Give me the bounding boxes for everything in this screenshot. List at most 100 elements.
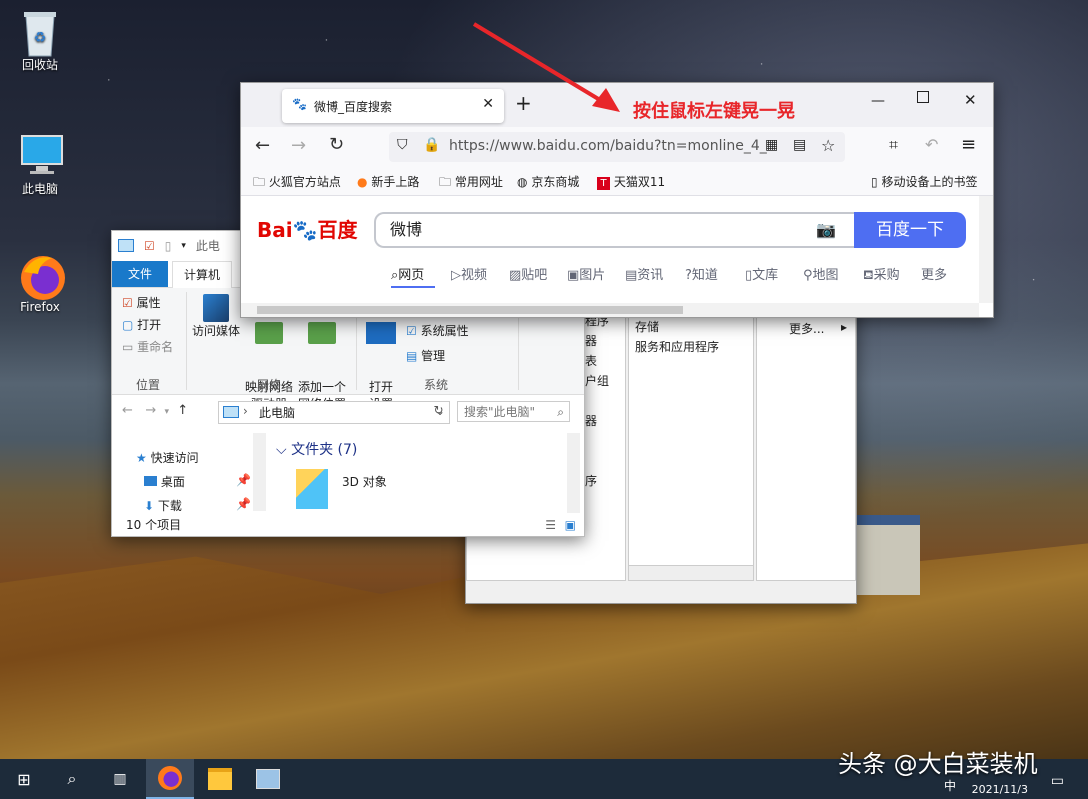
search-button[interactable]: ⌕: [48, 759, 96, 799]
baidu-tab-more[interactable]: 更多: [921, 264, 947, 283]
recycle-bin-label: 回收站: [21, 58, 58, 72]
baidu-tab-wenku[interactable]: ▯文库: [745, 264, 778, 283]
bookmark-item[interactable]: T 天猫双11: [597, 173, 665, 190]
more-actions-link[interactable]: 更多...: [789, 320, 824, 337]
minimize-button[interactable]: —: [871, 93, 885, 109]
taskbar-firefox[interactable]: [146, 759, 194, 799]
dropdown-icon[interactable]: ▾: [181, 241, 186, 251]
page-h-scrollbar[interactable]: [241, 303, 979, 317]
refresh-icon[interactable]: ↻: [430, 403, 447, 421]
bookmark-item[interactable]: ◍ 京东商城: [517, 173, 579, 190]
bookmark-item[interactable]: 🗀 常用网址: [439, 173, 503, 194]
svg-text:♻: ♻: [34, 30, 47, 46]
bookmark-star-icon[interactable]: ☆: [821, 136, 835, 155]
baidu-tab-news[interactable]: ▤资讯: [625, 264, 663, 283]
start-button[interactable]: ⊞: [0, 759, 48, 799]
maximize-button[interactable]: [917, 91, 929, 103]
search-placeholder: 搜索"此电脑": [464, 405, 536, 419]
details-view-icon[interactable]: ☰: [545, 514, 556, 536]
nav-desktop[interactable]: 桌面 📌: [144, 473, 251, 490]
folder-label: 3D 对象: [342, 475, 387, 489]
menu-icon[interactable]: ≡: [961, 134, 976, 155]
baidu-tab-map[interactable]: ⚲地图: [803, 264, 839, 283]
task-view-button[interactable]: ▥: [96, 759, 144, 799]
baidu-tab-web[interactable]: ⌕网页: [391, 264, 424, 283]
taskbar-computer-management[interactable]: [244, 759, 292, 799]
recycle-bin-icon[interactable]: ♻ 回收站: [0, 8, 80, 73]
tree-item-services[interactable]: 服务和应用程序: [635, 338, 719, 355]
properties-button[interactable]: ☑ 属性: [122, 294, 161, 311]
nav-downloads[interactable]: ⬇ 下载 📌: [144, 497, 251, 514]
tieba-icon: ▨: [509, 268, 522, 283]
bookmark-item[interactable]: 🗀 火狐官方站点: [253, 173, 341, 194]
baidu-tab-purchase[interactable]: ⛾采购: [863, 264, 900, 285]
baidu-tab-images[interactable]: ▣图片: [567, 264, 605, 283]
ime-indicator[interactable]: 中: [944, 777, 956, 794]
baidu-search-input[interactable]: 微博 📷: [374, 212, 854, 248]
access-media-button[interactable]: 访问媒体: [192, 294, 240, 339]
tree-item[interactable]: 表: [585, 352, 597, 369]
mobile-bookmarks[interactable]: ▯ 移动设备上的书签: [871, 173, 977, 190]
chevron-right-icon: ▸: [841, 320, 848, 334]
this-pc-icon[interactable]: 此电脑: [0, 132, 80, 197]
nav-quick-access[interactable]: ★ 快速访问: [136, 449, 199, 466]
tree-item[interactable]: 器: [585, 412, 597, 429]
scroll-thumb[interactable]: [257, 306, 683, 314]
content-scrollbar[interactable]: [567, 433, 580, 513]
taskbar-explorer[interactable]: [196, 759, 244, 799]
section-header[interactable]: ⌵ 文件夹 (7): [276, 439, 357, 459]
reader-view-icon[interactable]: ▤: [793, 137, 806, 153]
properties-icon[interactable]: ☑: [144, 239, 155, 253]
baidu-logo[interactable]: Bai🐾百度: [257, 214, 358, 243]
forward-icon[interactable]: →: [291, 135, 306, 156]
baidu-tab-tieba[interactable]: ▨贴吧: [509, 264, 547, 283]
back-icon[interactable]: ←: [255, 135, 270, 156]
download-icon: ⬇: [144, 499, 155, 513]
recent-dropdown-icon[interactable]: ▾: [164, 407, 169, 417]
up-arrow-icon[interactable]: ↑: [177, 403, 188, 418]
baidu-tab-video[interactable]: ▷视频: [451, 264, 487, 283]
nav-buttons: ← → ▾ ↑: [122, 403, 188, 418]
url-bar[interactable]: ⛉ 🔒 https://www.baidu.com/baidu?tn=monli…: [389, 132, 845, 162]
tab-computer[interactable]: 计算机: [172, 261, 232, 288]
back-arrow-icon[interactable]: ←: [122, 403, 133, 418]
firefox-desktop-icon[interactable]: Firefox: [0, 252, 80, 314]
quick-access-toolbar: ☑ ▯ ▾ 此电: [118, 237, 220, 254]
page-v-scrollbar[interactable]: [979, 196, 993, 303]
reload-icon[interactable]: ↻: [329, 134, 344, 155]
clock-date[interactable]: 2021/11/3: [972, 783, 1028, 796]
bookmark-item[interactable]: ● 新手上路: [357, 173, 419, 190]
open-button[interactable]: ▢ 打开: [122, 316, 161, 333]
page-content: Bai🐾百度 微博 📷 百度一下 ⌕网页 ▷视频 ▨贴吧 ▣图片 ▤资讯 ?知道…: [241, 196, 993, 317]
baidu-search-button[interactable]: 百度一下: [854, 212, 966, 248]
undo-icon[interactable]: ↶: [925, 135, 938, 154]
crop-screenshot-icon[interactable]: ⌗: [889, 135, 898, 155]
folder-item[interactable]: 3D 对象: [296, 469, 416, 509]
nav-label: 贴吧: [521, 268, 548, 283]
qr-code-icon[interactable]: ▦: [765, 137, 778, 153]
nav-scrollbar[interactable]: [253, 433, 266, 511]
address-bar[interactable]: › 此电脑 ⌄: [218, 401, 450, 424]
manage-button[interactable]: ▤ 管理: [406, 347, 445, 364]
camera-icon[interactable]: 📷: [816, 214, 836, 246]
tab-file[interactable]: 文件: [112, 261, 168, 287]
forward-arrow-icon[interactable]: →: [145, 403, 156, 418]
horizontal-scrollbar[interactable]: [629, 565, 753, 580]
tree-item[interactable]: 序: [585, 472, 597, 489]
rename-button[interactable]: ▭ 重命名: [122, 338, 173, 355]
mobile-icon: ▯: [871, 175, 878, 189]
search-input[interactable]: 搜索"此电脑" ⌕: [457, 401, 570, 422]
notification-icon[interactable]: ▭: [1051, 773, 1064, 789]
large-icons-view-icon[interactable]: ▣: [565, 514, 576, 536]
tree-item[interactable]: 户组: [585, 372, 609, 389]
tree-item[interactable]: 器: [585, 332, 597, 349]
status-bar: 10 个项目 ☰ ▣: [112, 514, 584, 536]
close-window-button[interactable]: ✕: [964, 91, 977, 109]
baidu-tab-zhidao[interactable]: ?知道: [685, 264, 718, 283]
media-icon: [203, 294, 229, 322]
url-text[interactable]: https://www.baidu.com/baidu?tn=monline_4…: [449, 138, 779, 154]
system-properties-button[interactable]: ☑ 系统属性: [406, 322, 469, 339]
watermark: 头条 @大白菜装机: [838, 750, 1038, 778]
new-folder-icon[interactable]: ▯: [165, 239, 172, 253]
tree-item-storage[interactable]: 存储: [635, 318, 659, 335]
